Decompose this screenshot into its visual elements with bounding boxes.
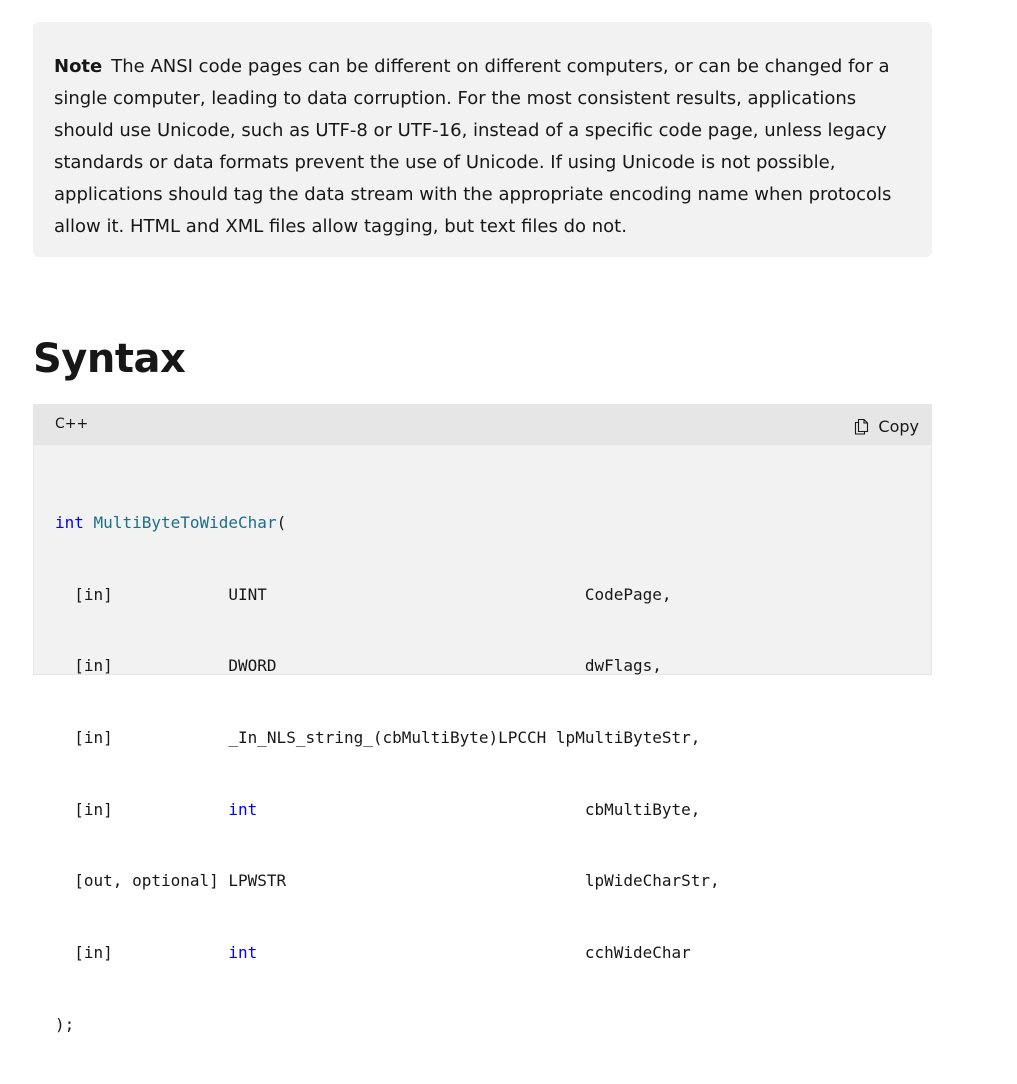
param-padding bbox=[257, 800, 585, 819]
param-annotation: [out, optional] bbox=[55, 871, 229, 891]
param-type: int bbox=[228, 799, 258, 819]
param-padding bbox=[286, 871, 585, 890]
param-padding bbox=[267, 585, 585, 604]
param-name: dwFlags, bbox=[584, 656, 662, 676]
code-header: C++ Copy bbox=[34, 405, 931, 445]
code-line-param: [in] UINT CodePage, bbox=[55, 583, 720, 607]
param-type: DWORD bbox=[228, 656, 277, 676]
param-padding bbox=[277, 656, 585, 675]
param-padding bbox=[546, 728, 556, 747]
code-line-close: ); bbox=[55, 1014, 75, 1034]
code-line-signature: int MultiByteToWideChar( bbox=[55, 511, 720, 535]
param-annotation: [in] bbox=[55, 799, 229, 819]
param-annotation: [in] bbox=[55, 656, 229, 676]
code-language-label: C++ bbox=[55, 416, 89, 432]
param-name: lpWideCharStr, bbox=[584, 871, 720, 891]
code-line-param: [in] DWORD dwFlags, bbox=[55, 654, 720, 678]
code-block: C++ Copy int MultiByteToWideChar( [in] U… bbox=[33, 404, 932, 1034]
note-text: The ANSI code pages can be different on … bbox=[54, 56, 892, 237]
note-label: Note bbox=[54, 56, 103, 77]
param-type: UINT bbox=[228, 584, 267, 604]
code-line-param: [in] int cbMultiByte, bbox=[55, 798, 720, 822]
code-listing: int MultiByteToWideChar( [in] UINT CodeP… bbox=[55, 463, 720, 1084]
param-name: cbMultiByte, bbox=[584, 799, 701, 819]
copy-button[interactable]: Copy bbox=[854, 414, 919, 438]
param-annotation: [in] bbox=[55, 727, 229, 747]
code-line-param: [in] int cchWideChar bbox=[55, 941, 720, 965]
copy-label: Copy bbox=[878, 416, 919, 436]
syntax-heading: Syntax bbox=[33, 336, 186, 382]
code-open-paren: ( bbox=[276, 512, 287, 532]
param-annotation: [in] bbox=[55, 943, 229, 963]
param-type: int bbox=[228, 943, 258, 963]
param-type: LPWSTR bbox=[228, 871, 287, 891]
copy-icon bbox=[854, 418, 870, 435]
code-line-param: [in] _In_NLS_string_(cbMultiByte)LPCCH l… bbox=[55, 726, 720, 750]
code-line-param: [out, optional] LPWSTR lpWideCharStr, bbox=[55, 869, 720, 893]
note-callout: Note The ANSI code pages can be different… bbox=[33, 22, 932, 257]
code-function-name: MultiByteToWideChar bbox=[93, 512, 277, 532]
param-annotation: [in] bbox=[55, 584, 229, 604]
param-name: CodePage, bbox=[584, 584, 672, 604]
param-name: cchWideChar bbox=[584, 943, 691, 963]
param-padding bbox=[257, 943, 585, 962]
code-return-type: int bbox=[55, 512, 84, 532]
param-name: lpMultiByteStr, bbox=[555, 727, 701, 747]
param-type: _In_NLS_string_(cbMultiByte)LPCCH bbox=[228, 727, 547, 747]
